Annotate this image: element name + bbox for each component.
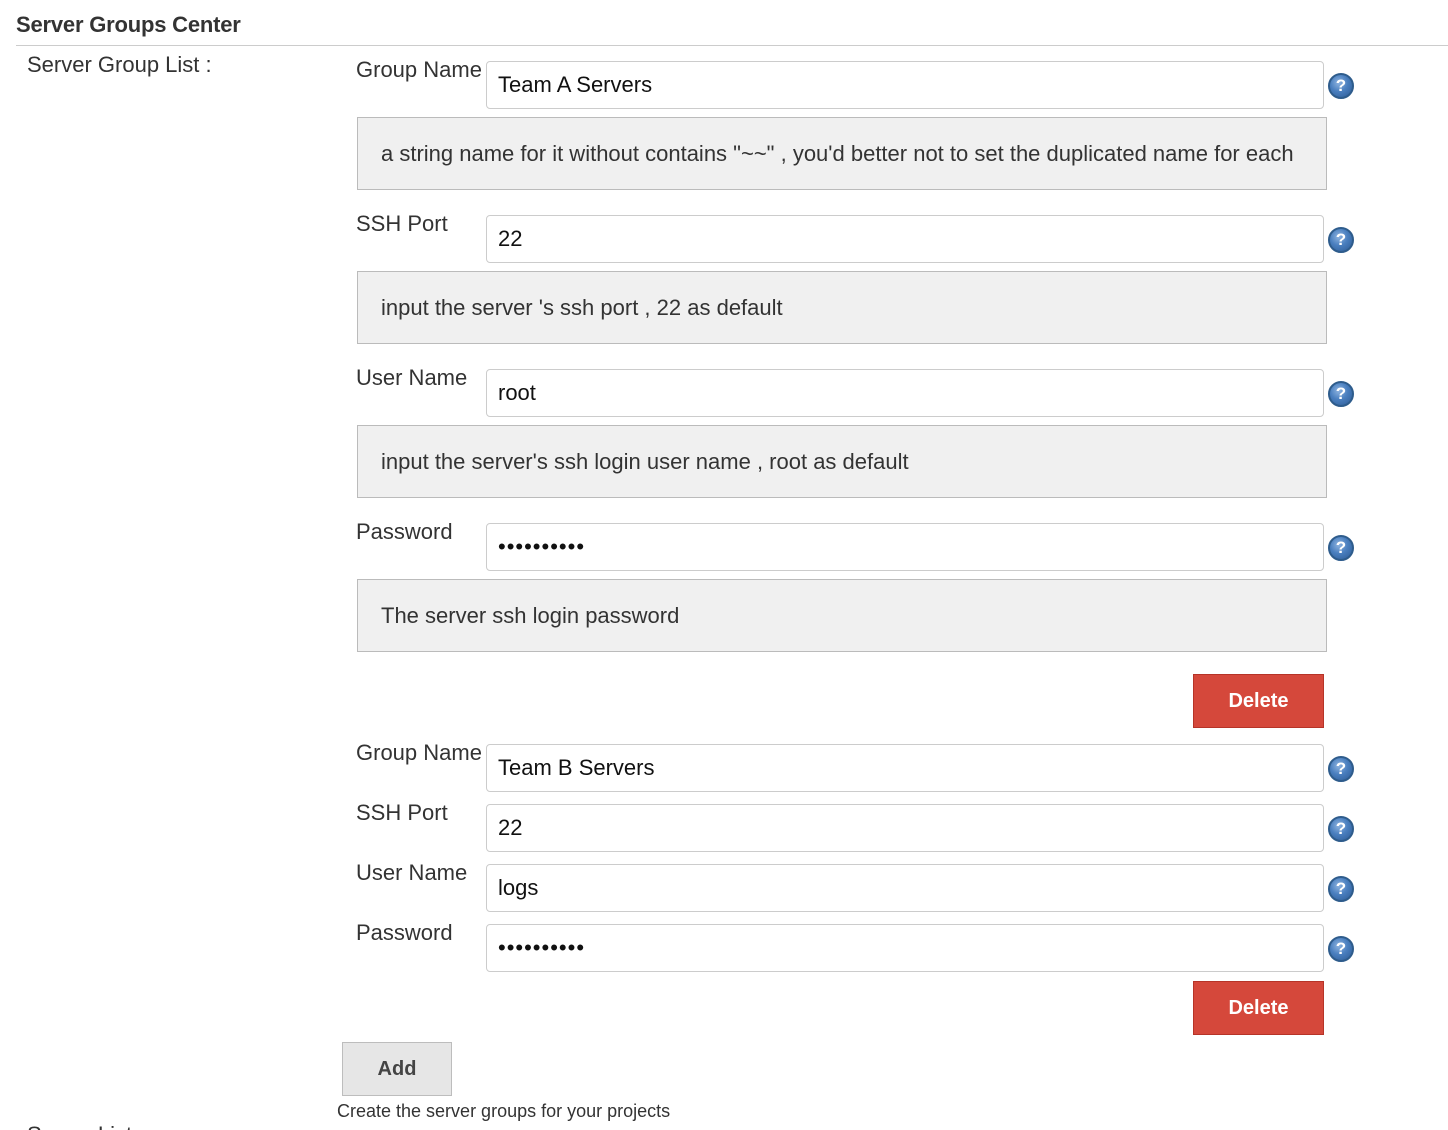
user-name-input[interactable]: logs bbox=[486, 864, 1324, 912]
group-name-input[interactable]: Team B Servers bbox=[486, 744, 1324, 792]
password-help-text: The server ssh login password bbox=[357, 579, 1327, 652]
ssh-port-label: SSH Port bbox=[356, 211, 448, 236]
add-description: Create the server groups for your projec… bbox=[337, 1101, 671, 1121]
password-input[interactable]: •••••••••• bbox=[486, 523, 1324, 571]
help-icon[interactable]: ? bbox=[1328, 227, 1354, 253]
password-input[interactable]: •••••••••• bbox=[486, 924, 1324, 972]
help-icon[interactable]: ? bbox=[1328, 936, 1354, 962]
help-icon[interactable]: ? bbox=[1328, 381, 1354, 407]
add-group-button[interactable]: Add bbox=[342, 1042, 452, 1096]
group-name-input[interactable]: Team A Servers bbox=[486, 61, 1324, 109]
password-label: Password bbox=[356, 920, 453, 945]
help-icon[interactable]: ? bbox=[1328, 535, 1354, 561]
ssh-port-input[interactable]: 22 bbox=[486, 215, 1324, 263]
server-groups-config-page: Server Groups Center Server Group List :… bbox=[0, 0, 1448, 1130]
help-icon[interactable]: ? bbox=[1328, 876, 1354, 902]
ssh-port-label: SSH Port bbox=[356, 800, 448, 825]
help-icon[interactable]: ? bbox=[1328, 73, 1354, 99]
server-group-list-label: Server Group List : bbox=[27, 52, 212, 77]
delete-group-button[interactable]: Delete bbox=[1193, 981, 1324, 1035]
user-name-label: User Name bbox=[356, 365, 468, 390]
ssh-port-help-text: input the server 's ssh port , 22 as def… bbox=[357, 271, 1327, 344]
server-list-label: Server List : bbox=[27, 1122, 144, 1130]
ssh-port-input[interactable]: 22 bbox=[486, 804, 1324, 852]
password-label: Password bbox=[356, 519, 453, 544]
user-name-help-text: input the server's ssh login user name ,… bbox=[357, 425, 1327, 498]
group-name-label: Group Name bbox=[356, 740, 482, 765]
help-icon[interactable]: ? bbox=[1328, 756, 1354, 782]
delete-group-button[interactable]: Delete bbox=[1193, 674, 1324, 728]
section-divider bbox=[16, 45, 1448, 46]
group-name-label: Group Name bbox=[356, 57, 482, 82]
section-title: Server Groups Center bbox=[16, 12, 241, 37]
user-name-label: User Name bbox=[356, 860, 468, 885]
group-name-help-text: a string name for it without contains "~… bbox=[357, 117, 1327, 190]
user-name-input[interactable]: root bbox=[486, 369, 1324, 417]
help-icon[interactable]: ? bbox=[1328, 816, 1354, 842]
